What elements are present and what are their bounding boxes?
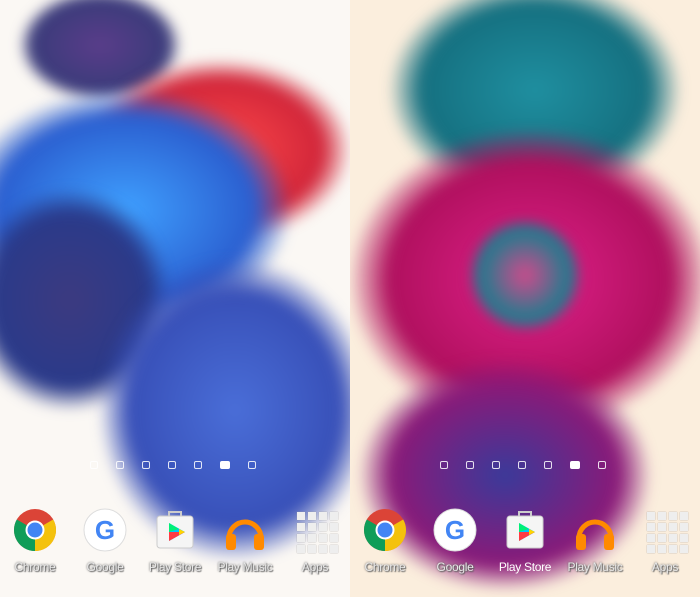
page-dot[interactable] <box>220 461 230 469</box>
play-music-icon <box>573 508 617 552</box>
app-label: Play Store <box>498 560 552 574</box>
page-indicator[interactable] <box>440 461 606 469</box>
home-screen-right: Chrome G Google Play Store Play Music Apps <box>350 0 700 597</box>
app-play-music[interactable]: Play Music <box>210 508 280 574</box>
app-google[interactable]: G Google <box>70 508 140 574</box>
svg-text:G: G <box>445 515 465 545</box>
page-dot[interactable] <box>168 461 176 469</box>
app-label: Chrome <box>14 560 56 574</box>
app-apps[interactable]: Apps <box>630 508 700 574</box>
app-label: Play Music <box>567 560 623 574</box>
app-label: Google <box>436 560 474 574</box>
play-store-icon <box>153 508 197 552</box>
app-label: Google <box>86 560 124 574</box>
app-drawer-icon <box>293 508 338 553</box>
dock: Chrome G Google Play Store Play Music Apps <box>350 508 700 574</box>
app-label: Chrome <box>364 560 406 574</box>
app-play-store[interactable]: Play Store <box>490 508 560 574</box>
app-label: Play Store <box>148 560 202 574</box>
app-play-store[interactable]: Play Store <box>140 508 210 574</box>
page-dot[interactable] <box>90 461 98 469</box>
page-dot[interactable] <box>570 461 580 469</box>
dock: Chrome G Google Play Store Play Music Apps <box>0 508 350 574</box>
page-dot[interactable] <box>194 461 202 469</box>
page-dot[interactable] <box>142 461 150 469</box>
page-dot[interactable] <box>544 461 552 469</box>
app-drawer-icon <box>643 508 688 553</box>
app-chrome[interactable]: Chrome <box>350 508 420 574</box>
page-dot[interactable] <box>598 461 606 469</box>
page-indicator[interactable] <box>90 461 256 469</box>
app-label: Apps <box>651 560 679 574</box>
app-apps[interactable]: Apps <box>280 508 350 574</box>
page-dot[interactable] <box>116 461 124 469</box>
app-label: Play Music <box>217 560 273 574</box>
app-chrome[interactable]: Chrome <box>0 508 70 574</box>
home-screen-left: Chrome G Google Play Store Play Music Apps <box>0 0 350 597</box>
page-dot[interactable] <box>492 461 500 469</box>
app-label: Apps <box>301 560 329 574</box>
svg-text:G: G <box>95 515 115 545</box>
page-dot[interactable] <box>466 461 474 469</box>
app-google[interactable]: G Google <box>420 508 490 574</box>
page-dot[interactable] <box>248 461 256 469</box>
play-store-icon <box>503 508 547 552</box>
chrome-icon <box>13 508 57 552</box>
page-dot[interactable] <box>440 461 448 469</box>
google-icon: G <box>83 508 127 552</box>
play-music-icon <box>223 508 267 552</box>
app-play-music[interactable]: Play Music <box>560 508 630 574</box>
google-icon: G <box>433 508 477 552</box>
page-dot[interactable] <box>518 461 526 469</box>
chrome-icon <box>363 508 407 552</box>
